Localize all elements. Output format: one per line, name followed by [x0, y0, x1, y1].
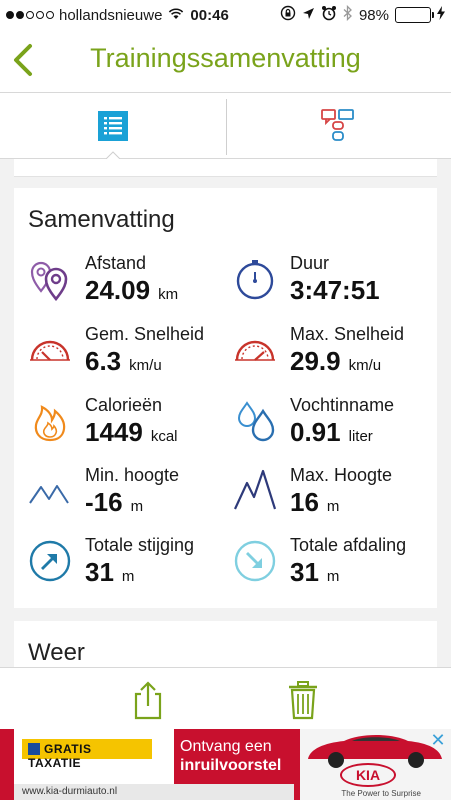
- navigation-bar: Trainingssamenvatting: [0, 30, 451, 92]
- tab-divider: [226, 99, 227, 155]
- stat-value: 24.09 km: [85, 275, 179, 305]
- stat-label: Afstand: [85, 253, 147, 273]
- list-icon: [97, 110, 128, 141]
- flag-icon: [28, 743, 40, 755]
- stat-value: 3:47:51: [290, 275, 380, 305]
- arrow-up-right-icon: [29, 540, 71, 582]
- stat-label: Min. hoogte: [85, 465, 180, 485]
- stat-value: 6.3 km/u: [85, 346, 162, 376]
- close-icon: ✕: [430, 730, 446, 750]
- carrier-name: hollandsnieuwe: [59, 6, 163, 24]
- ad-slogan: The Power to Surprise: [341, 789, 421, 798]
- stat-value: -16 m: [85, 487, 144, 517]
- arrow-down-right-icon: [234, 540, 276, 582]
- stat-label: Totale stijging: [85, 535, 195, 555]
- stat-value: 0.91 liter: [290, 417, 373, 447]
- stat-label: Totale afdaling: [290, 535, 407, 555]
- alarm-icon: [321, 5, 337, 25]
- weather-title: Weer: [28, 639, 85, 666]
- stat-label: Duur: [290, 253, 330, 273]
- wifi-icon: [168, 7, 184, 24]
- mountain-high-icon: [234, 469, 277, 510]
- ad-url: www.kia-durmiauto.nl: [14, 784, 294, 800]
- battery-icon: [395, 7, 434, 23]
- bottom-toolbar: [0, 667, 451, 729]
- ad-badge: GRATIS TAXATIE: [22, 739, 152, 770]
- stat-label: Gem. Snelheid: [85, 324, 205, 344]
- summary-card: Samenvatting Afstand 24.09 km Duur 3:47:5…: [14, 188, 437, 608]
- stat-min-altitude: Min. hoogte -16 m: [28, 465, 228, 527]
- delete-button[interactable]: [285, 680, 321, 720]
- stat-value: 1449 kcal: [85, 417, 178, 447]
- stat-duration: Duur 3:47:51: [233, 253, 433, 315]
- stat-calories: Calorieën 1449 kcal: [28, 395, 228, 457]
- stat-value: 31 m: [85, 557, 135, 587]
- chat-bubbles-icon: [321, 108, 355, 141]
- stat-value: 31 m: [290, 557, 340, 587]
- stat-max-speed: Max. Snelheid 29.9 km/u: [233, 324, 433, 386]
- location-pins-icon: [30, 261, 68, 301]
- speedometer-icon: [30, 340, 70, 361]
- rotation-lock-icon: [280, 5, 296, 25]
- flame-icon: [34, 405, 66, 442]
- ad-line-1: Ontvang een: [180, 738, 272, 755]
- stopwatch-icon: [236, 260, 274, 300]
- stat-total-ascent: Totale stijging 31 m: [28, 535, 228, 597]
- stat-value: 16 m: [290, 487, 340, 517]
- tab-comments[interactable]: [226, 93, 451, 158]
- ad-text: Ontvang een inruilvoorstel: [180, 737, 281, 775]
- speedometer-max-icon: [235, 340, 275, 361]
- stat-label: Vochtinname: [290, 395, 395, 415]
- water-drops-icon: [237, 401, 275, 442]
- share-button[interactable]: [130, 680, 166, 720]
- clock: 00:46: [190, 6, 229, 24]
- trash-icon: [289, 681, 317, 720]
- summary-title: Samenvatting: [28, 206, 175, 233]
- battery-percentage: 98%: [358, 6, 389, 24]
- status-bar: hollandsnieuwe 00:46 98%: [0, 0, 451, 30]
- bluetooth-icon: [343, 4, 353, 25]
- kia-logo: KIA: [340, 763, 396, 787]
- selected-tab-indicator: [106, 151, 120, 159]
- signal-strength-icon: [6, 11, 54, 19]
- stat-label: Calorieën: [85, 395, 163, 415]
- close-ad-button[interactable]: ✕: [429, 731, 447, 749]
- stat-max-altitude: Max. Hoogte 16 m: [233, 465, 433, 527]
- previous-card-edge: [14, 159, 437, 177]
- charging-icon: [437, 6, 445, 24]
- ad-line-2: inruilvoorstel: [180, 757, 282, 774]
- stat-hydration: Vochtinname 0.91 liter: [233, 395, 433, 457]
- stat-average-speed: Gem. Snelheid 6.3 km/u: [28, 324, 228, 386]
- stat-label: Max. Snelheid: [290, 324, 405, 344]
- tab-summary[interactable]: [0, 93, 226, 159]
- stat-distance: Afstand 24.09 km: [28, 253, 228, 315]
- mountain-low-icon: [29, 485, 69, 504]
- page-title: Trainingssamenvatting: [90, 43, 361, 73]
- tab-bar: [0, 92, 451, 159]
- ad-banner[interactable]: GRATIS TAXATIE www.kia-durmiauto.nl Ontv…: [0, 729, 451, 800]
- stat-total-descent: Totale afdaling 31 m: [233, 535, 433, 597]
- location-arrow-icon: [302, 7, 315, 24]
- stat-value: 29.9 km/u: [290, 346, 382, 376]
- share-icon: [134, 681, 162, 720]
- stat-label: Max. Hoogte: [290, 465, 393, 485]
